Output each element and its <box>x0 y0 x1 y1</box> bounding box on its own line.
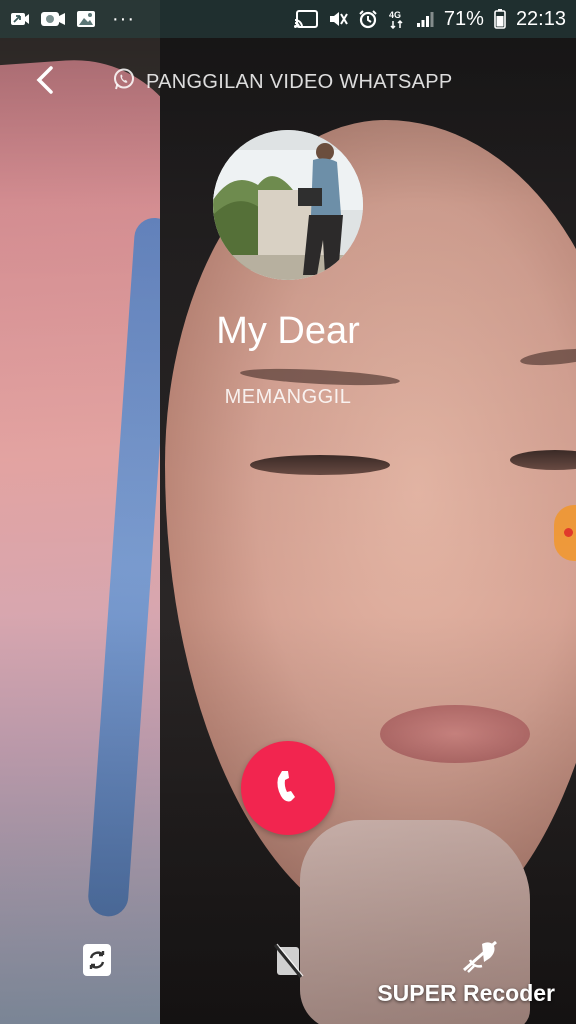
switch-camera-button[interactable] <box>75 940 119 984</box>
mute-icon <box>328 10 348 28</box>
svg-text:4G: 4G <box>389 10 401 20</box>
more-notifications-icon: ··· <box>112 7 135 30</box>
phone-hangup-icon <box>268 766 308 811</box>
call-header: PANGGILAN VIDEO WHATSAPP <box>0 55 576 107</box>
contact-avatar <box>213 130 363 280</box>
mute-button[interactable] <box>458 936 502 980</box>
video-toggle-button[interactable] <box>266 940 310 984</box>
call-type-text: PANGGILAN VIDEO WHATSAPP <box>146 70 453 93</box>
end-call-button[interactable] <box>241 741 335 835</box>
status-bar: ··· 4G 71% 22:13 <box>0 0 576 38</box>
video-off-icon <box>271 941 305 984</box>
battery-icon <box>494 9 506 29</box>
alarm-icon <box>358 9 378 29</box>
call-status: MEMANGGIL <box>224 386 352 408</box>
call-type-label: PANGGILAN VIDEO WHATSAPP <box>112 67 453 97</box>
whatsapp-icon <box>112 67 136 97</box>
back-button[interactable] <box>28 65 62 99</box>
missed-video-call-icon <box>10 11 30 27</box>
switch-camera-icon <box>81 942 113 983</box>
clock: 22:13 <box>515 7 566 30</box>
network-4g-icon: 4G <box>388 9 406 29</box>
battery-percent: 71% <box>443 7 484 30</box>
chevron-left-icon <box>34 65 56 100</box>
signal-icon <box>416 10 434 28</box>
recorder-watermark: SUPER Recoder <box>377 980 555 1006</box>
mic-off-icon <box>460 936 500 981</box>
video-camera-icon <box>40 10 66 28</box>
contact-name: My Dear <box>216 310 360 352</box>
image-icon <box>76 10 96 28</box>
cast-icon <box>293 10 318 28</box>
